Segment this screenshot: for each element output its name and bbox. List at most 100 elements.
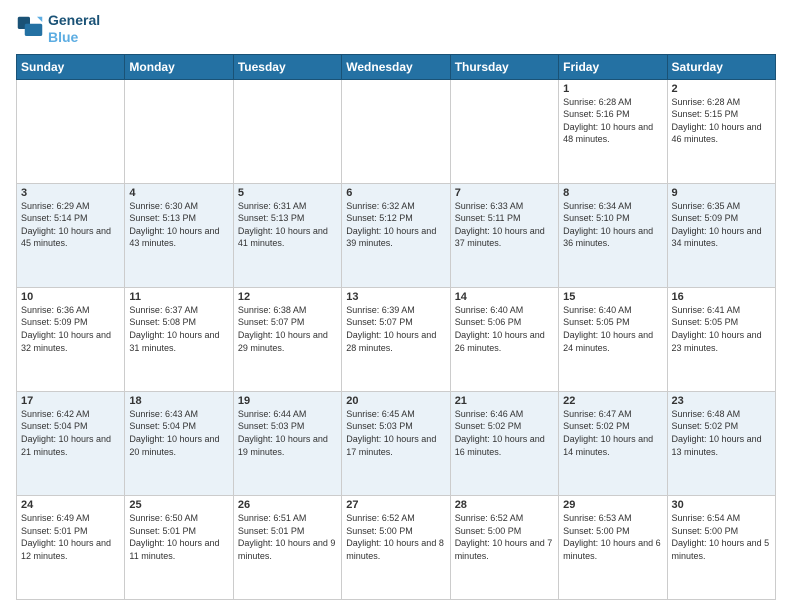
- calendar-cell: 27Sunrise: 6:52 AM Sunset: 5:00 PM Dayli…: [342, 495, 450, 599]
- calendar-cell: 1Sunrise: 6:28 AM Sunset: 5:16 PM Daylig…: [559, 79, 667, 183]
- day-number: 8: [563, 187, 662, 199]
- day-info: Sunrise: 6:41 AM Sunset: 5:05 PM Dayligh…: [672, 304, 771, 354]
- day-info: Sunrise: 6:36 AM Sunset: 5:09 PM Dayligh…: [21, 304, 120, 354]
- calendar-cell: 26Sunrise: 6:51 AM Sunset: 5:01 PM Dayli…: [233, 495, 341, 599]
- calendar-cell: 12Sunrise: 6:38 AM Sunset: 5:07 PM Dayli…: [233, 287, 341, 391]
- calendar-cell: 17Sunrise: 6:42 AM Sunset: 5:04 PM Dayli…: [17, 391, 125, 495]
- calendar-week-3: 17Sunrise: 6:42 AM Sunset: 5:04 PM Dayli…: [17, 391, 776, 495]
- day-number: 26: [238, 499, 337, 511]
- day-number: 1: [563, 83, 662, 95]
- day-info: Sunrise: 6:45 AM Sunset: 5:03 PM Dayligh…: [346, 408, 445, 458]
- calendar-cell: 5Sunrise: 6:31 AM Sunset: 5:13 PM Daylig…: [233, 183, 341, 287]
- calendar-cell: 6Sunrise: 6:32 AM Sunset: 5:12 PM Daylig…: [342, 183, 450, 287]
- day-number: 27: [346, 499, 445, 511]
- day-info: Sunrise: 6:29 AM Sunset: 5:14 PM Dayligh…: [21, 200, 120, 250]
- calendar-cell: [233, 79, 341, 183]
- day-info: Sunrise: 6:35 AM Sunset: 5:09 PM Dayligh…: [672, 200, 771, 250]
- calendar-cell: 21Sunrise: 6:46 AM Sunset: 5:02 PM Dayli…: [450, 391, 558, 495]
- day-info: Sunrise: 6:53 AM Sunset: 5:00 PM Dayligh…: [563, 512, 662, 562]
- calendar-cell: 4Sunrise: 6:30 AM Sunset: 5:13 PM Daylig…: [125, 183, 233, 287]
- calendar-week-2: 10Sunrise: 6:36 AM Sunset: 5:09 PM Dayli…: [17, 287, 776, 391]
- day-info: Sunrise: 6:43 AM Sunset: 5:04 PM Dayligh…: [129, 408, 228, 458]
- day-number: 21: [455, 395, 554, 407]
- day-number: 5: [238, 187, 337, 199]
- day-info: Sunrise: 6:40 AM Sunset: 5:06 PM Dayligh…: [455, 304, 554, 354]
- day-number: 4: [129, 187, 228, 199]
- day-number: 18: [129, 395, 228, 407]
- day-number: 7: [455, 187, 554, 199]
- day-info: Sunrise: 6:46 AM Sunset: 5:02 PM Dayligh…: [455, 408, 554, 458]
- day-info: Sunrise: 6:28 AM Sunset: 5:15 PM Dayligh…: [672, 96, 771, 146]
- day-number: 16: [672, 291, 771, 303]
- calendar-header-row: SundayMondayTuesdayWednesdayThursdayFrid…: [17, 54, 776, 79]
- calendar-cell: 19Sunrise: 6:44 AM Sunset: 5:03 PM Dayli…: [233, 391, 341, 495]
- calendar-cell: 16Sunrise: 6:41 AM Sunset: 5:05 PM Dayli…: [667, 287, 775, 391]
- day-info: Sunrise: 6:31 AM Sunset: 5:13 PM Dayligh…: [238, 200, 337, 250]
- calendar-cell: 7Sunrise: 6:33 AM Sunset: 5:11 PM Daylig…: [450, 183, 558, 287]
- day-info: Sunrise: 6:34 AM Sunset: 5:10 PM Dayligh…: [563, 200, 662, 250]
- calendar-cell: 30Sunrise: 6:54 AM Sunset: 5:00 PM Dayli…: [667, 495, 775, 599]
- day-info: Sunrise: 6:50 AM Sunset: 5:01 PM Dayligh…: [129, 512, 228, 562]
- calendar-cell: 29Sunrise: 6:53 AM Sunset: 5:00 PM Dayli…: [559, 495, 667, 599]
- day-number: 15: [563, 291, 662, 303]
- day-number: 13: [346, 291, 445, 303]
- calendar-cell: 3Sunrise: 6:29 AM Sunset: 5:14 PM Daylig…: [17, 183, 125, 287]
- day-number: 30: [672, 499, 771, 511]
- day-number: 12: [238, 291, 337, 303]
- calendar-cell: 14Sunrise: 6:40 AM Sunset: 5:06 PM Dayli…: [450, 287, 558, 391]
- day-number: 10: [21, 291, 120, 303]
- day-info: Sunrise: 6:54 AM Sunset: 5:00 PM Dayligh…: [672, 512, 771, 562]
- day-info: Sunrise: 6:52 AM Sunset: 5:00 PM Dayligh…: [455, 512, 554, 562]
- calendar-table: SundayMondayTuesdayWednesdayThursdayFrid…: [16, 54, 776, 600]
- day-info: Sunrise: 6:44 AM Sunset: 5:03 PM Dayligh…: [238, 408, 337, 458]
- page: General Blue SundayMondayTuesdayWednesda…: [0, 0, 792, 612]
- day-number: 14: [455, 291, 554, 303]
- calendar-cell: 13Sunrise: 6:39 AM Sunset: 5:07 PM Dayli…: [342, 287, 450, 391]
- calendar-cell: 2Sunrise: 6:28 AM Sunset: 5:15 PM Daylig…: [667, 79, 775, 183]
- calendar-header-sunday: Sunday: [17, 54, 125, 79]
- logo-text: General Blue: [48, 12, 100, 46]
- day-info: Sunrise: 6:38 AM Sunset: 5:07 PM Dayligh…: [238, 304, 337, 354]
- day-info: Sunrise: 6:28 AM Sunset: 5:16 PM Dayligh…: [563, 96, 662, 146]
- day-info: Sunrise: 6:30 AM Sunset: 5:13 PM Dayligh…: [129, 200, 228, 250]
- day-info: Sunrise: 6:49 AM Sunset: 5:01 PM Dayligh…: [21, 512, 120, 562]
- calendar-cell: 20Sunrise: 6:45 AM Sunset: 5:03 PM Dayli…: [342, 391, 450, 495]
- logo-icon: [16, 15, 44, 43]
- day-number: 24: [21, 499, 120, 511]
- calendar-week-0: 1Sunrise: 6:28 AM Sunset: 5:16 PM Daylig…: [17, 79, 776, 183]
- day-number: 23: [672, 395, 771, 407]
- calendar-cell: 15Sunrise: 6:40 AM Sunset: 5:05 PM Dayli…: [559, 287, 667, 391]
- calendar-week-1: 3Sunrise: 6:29 AM Sunset: 5:14 PM Daylig…: [17, 183, 776, 287]
- calendar-cell: [125, 79, 233, 183]
- calendar-week-4: 24Sunrise: 6:49 AM Sunset: 5:01 PM Dayli…: [17, 495, 776, 599]
- logo: General Blue: [16, 12, 100, 46]
- calendar-cell: 25Sunrise: 6:50 AM Sunset: 5:01 PM Dayli…: [125, 495, 233, 599]
- day-number: 20: [346, 395, 445, 407]
- calendar-header-friday: Friday: [559, 54, 667, 79]
- day-number: 29: [563, 499, 662, 511]
- day-number: 22: [563, 395, 662, 407]
- day-number: 17: [21, 395, 120, 407]
- day-number: 3: [21, 187, 120, 199]
- calendar-cell: 11Sunrise: 6:37 AM Sunset: 5:08 PM Dayli…: [125, 287, 233, 391]
- calendar-cell: 10Sunrise: 6:36 AM Sunset: 5:09 PM Dayli…: [17, 287, 125, 391]
- day-info: Sunrise: 6:40 AM Sunset: 5:05 PM Dayligh…: [563, 304, 662, 354]
- day-info: Sunrise: 6:33 AM Sunset: 5:11 PM Dayligh…: [455, 200, 554, 250]
- day-number: 28: [455, 499, 554, 511]
- calendar-cell: [450, 79, 558, 183]
- day-number: 19: [238, 395, 337, 407]
- day-info: Sunrise: 6:47 AM Sunset: 5:02 PM Dayligh…: [563, 408, 662, 458]
- calendar-cell: 9Sunrise: 6:35 AM Sunset: 5:09 PM Daylig…: [667, 183, 775, 287]
- day-number: 2: [672, 83, 771, 95]
- calendar-cell: 24Sunrise: 6:49 AM Sunset: 5:01 PM Dayli…: [17, 495, 125, 599]
- day-info: Sunrise: 6:37 AM Sunset: 5:08 PM Dayligh…: [129, 304, 228, 354]
- day-number: 9: [672, 187, 771, 199]
- day-info: Sunrise: 6:42 AM Sunset: 5:04 PM Dayligh…: [21, 408, 120, 458]
- calendar-cell: [17, 79, 125, 183]
- calendar-cell: 8Sunrise: 6:34 AM Sunset: 5:10 PM Daylig…: [559, 183, 667, 287]
- day-number: 6: [346, 187, 445, 199]
- calendar-cell: [342, 79, 450, 183]
- calendar-cell: 23Sunrise: 6:48 AM Sunset: 5:02 PM Dayli…: [667, 391, 775, 495]
- calendar-cell: 18Sunrise: 6:43 AM Sunset: 5:04 PM Dayli…: [125, 391, 233, 495]
- calendar-cell: 28Sunrise: 6:52 AM Sunset: 5:00 PM Dayli…: [450, 495, 558, 599]
